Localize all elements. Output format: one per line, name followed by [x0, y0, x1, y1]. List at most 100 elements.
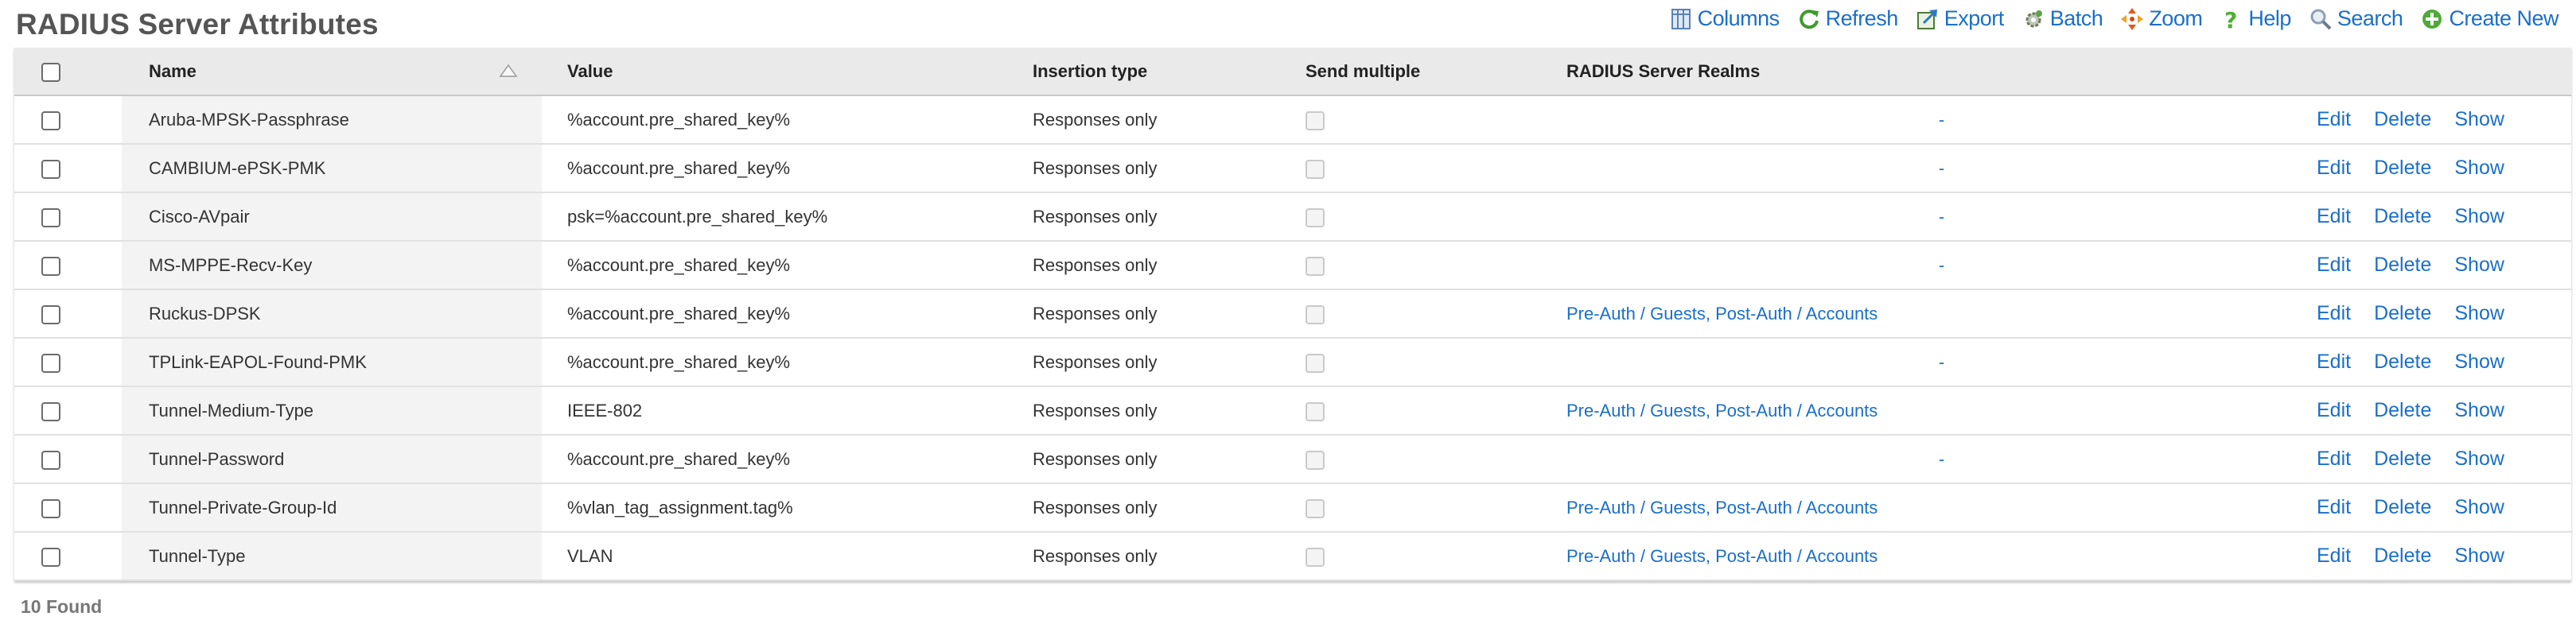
column-header-insertion-type[interactable]: Insertion type	[1033, 48, 1306, 96]
table-row[interactable]: Ruckus-DPSK %account.pre_shared_key% Respo…	[14, 289, 2571, 338]
row-checkbox[interactable]	[41, 159, 60, 179]
table-row[interactable]: Aruba-MPSK-Passphrase %account.pre_shared…	[14, 95, 2571, 144]
realms-link[interactable]: Pre-Auth / Guests, Post-Auth / Accounts	[1566, 289, 2317, 338]
show-link[interactable]: Show	[2454, 545, 2504, 567]
send-multiple-cell	[1306, 241, 1566, 289]
table-row[interactable]: Tunnel-Medium-Type IEEE-802 Responses only…	[14, 386, 2571, 435]
table-row[interactable]: Tunnel-Password %account.pre_shared_key% R…	[14, 435, 2571, 483]
delete-link[interactable]: Delete	[2374, 351, 2431, 373]
realms-link[interactable]: -	[1566, 338, 2317, 386]
edit-link[interactable]: Edit	[2317, 108, 2351, 130]
delete-link[interactable]: Delete	[2374, 254, 2431, 276]
attribute-value: %account.pre_shared_key%	[567, 351, 791, 372]
column-header-value[interactable]: Value	[542, 48, 1033, 96]
row-actions: Edit Delete Show	[2317, 144, 2571, 192]
show-link[interactable]: Show	[2454, 157, 2504, 179]
edit-link[interactable]: Edit	[2317, 254, 2351, 276]
delete-link[interactable]: Delete	[2374, 399, 2431, 421]
realms-link[interactable]: Pre-Auth / Guests, Post-Auth / Accounts	[1566, 483, 2317, 532]
row-checkbox[interactable]	[41, 256, 60, 276]
show-link[interactable]: Show	[2454, 351, 2504, 373]
delete-link[interactable]: Delete	[2374, 205, 2431, 227]
show-link[interactable]: Show	[2454, 108, 2504, 130]
row-actions: Edit Delete Show	[2317, 95, 2571, 144]
attributes-table: Name Value Insertion type Send multiple …	[14, 48, 2571, 581]
delete-link[interactable]: Delete	[2374, 302, 2431, 324]
edit-link[interactable]: Edit	[2317, 448, 2351, 470]
help-button[interactable]: ? Help	[2220, 6, 2291, 31]
send-multiple-cell	[1306, 289, 1566, 338]
send-multiple-cell	[1306, 338, 1566, 386]
send-multiple-cell	[1306, 192, 1566, 241]
realms-link[interactable]: -	[1566, 95, 2317, 144]
row-checkbox[interactable]	[41, 401, 60, 421]
insertion-type: Responses only	[1033, 400, 1158, 421]
show-link[interactable]: Show	[2454, 496, 2504, 518]
create-new-button[interactable]: Create New	[2420, 6, 2558, 31]
delete-link[interactable]: Delete	[2374, 448, 2431, 470]
row-select-cell	[14, 144, 122, 192]
delete-link[interactable]: Delete	[2374, 496, 2431, 518]
delete-link[interactable]: Delete	[2374, 157, 2431, 179]
show-link[interactable]: Show	[2454, 254, 2504, 276]
select-all-checkbox[interactable]	[41, 62, 60, 82]
edit-link[interactable]: Edit	[2317, 157, 2351, 179]
row-select-cell	[14, 338, 122, 386]
table-row[interactable]: Tunnel-Type VLAN Responses only Pre-Auth / …	[14, 532, 2571, 580]
realms-link[interactable]: -	[1566, 144, 2317, 192]
insertion-type: Responses only	[1033, 448, 1158, 469]
show-link[interactable]: Show	[2454, 302, 2504, 324]
realms-link[interactable]: -	[1566, 192, 2317, 241]
edit-link[interactable]: Edit	[2317, 351, 2351, 373]
row-checkbox[interactable]	[41, 547, 60, 567]
realms-link[interactable]: Pre-Auth / Guests, Post-Auth / Accounts	[1566, 532, 2317, 580]
search-button[interactable]: Search	[2309, 6, 2403, 31]
edit-link[interactable]: Edit	[2317, 496, 2351, 518]
realms-link[interactable]: Pre-Auth / Guests, Post-Auth / Accounts	[1566, 386, 2317, 435]
realms-link[interactable]: -	[1566, 241, 2317, 289]
realms-link[interactable]: -	[1566, 435, 2317, 483]
attribute-name: CAMBIUM-ePSK-PMK	[122, 144, 542, 192]
delete-link[interactable]: Delete	[2374, 108, 2431, 130]
row-select-cell	[14, 532, 122, 580]
delete-link[interactable]: Delete	[2374, 545, 2431, 567]
edit-link[interactable]: Edit	[2317, 205, 2351, 227]
table-row[interactable]: TPLink-EAPOL-Found-PMK %account.pre_share…	[14, 338, 2571, 386]
select-all-cell	[14, 48, 122, 96]
insertion-type: Responses only	[1033, 254, 1158, 275]
table-header-row: Name Value Insertion type Send multiple …	[14, 48, 2571, 96]
edit-link[interactable]: Edit	[2317, 302, 2351, 324]
column-header-actions	[2317, 48, 2571, 96]
row-checkbox[interactable]	[41, 353, 60, 373]
attribute-value: %account.pre_shared_key%	[567, 448, 791, 469]
show-link[interactable]: Show	[2454, 448, 2504, 470]
export-button[interactable]: Export	[1916, 6, 2004, 31]
table-row[interactable]: Tunnel-Private-Group-Id %vlan_tag_assignm…	[14, 483, 2571, 532]
column-header-realms[interactable]: RADIUS Server Realms	[1566, 48, 2317, 96]
table-row[interactable]: MS-MPPE-Recv-Key %account.pre_shared_key%…	[14, 241, 2571, 289]
attribute-value: VLAN	[567, 545, 613, 566]
column-header-send-multiple[interactable]: Send multiple	[1306, 48, 1566, 96]
attribute-name: Aruba-MPSK-Passphrase	[122, 95, 542, 144]
table-row[interactable]: Cisco-AVpair psk=%account.pre_shared_key%…	[14, 192, 2571, 241]
row-checkbox[interactable]	[41, 498, 60, 518]
search-label: Search	[2337, 6, 2403, 30]
zoom-button[interactable]: Zoom	[2120, 6, 2203, 31]
column-header-name[interactable]: Name	[122, 48, 542, 96]
insertion-type: Responses only	[1033, 303, 1158, 324]
columns-button[interactable]: Columns	[1669, 6, 1780, 31]
refresh-button[interactable]: Refresh	[1797, 6, 1898, 31]
batch-button[interactable]: Batch	[2021, 6, 2103, 31]
row-checkbox[interactable]	[41, 110, 60, 130]
show-link[interactable]: Show	[2454, 399, 2504, 421]
edit-link[interactable]: Edit	[2317, 399, 2351, 421]
table-row[interactable]: CAMBIUM-ePSK-PMK %account.pre_shared_key%…	[14, 144, 2571, 192]
found-count: 10 Found	[21, 596, 103, 617]
row-checkbox[interactable]	[41, 207, 60, 227]
show-link[interactable]: Show	[2454, 205, 2504, 227]
send-multiple-checkbox	[1306, 498, 1325, 518]
row-checkbox[interactable]	[41, 450, 60, 470]
row-checkbox[interactable]	[41, 304, 60, 324]
edit-link[interactable]: Edit	[2317, 545, 2351, 567]
send-multiple-cell	[1306, 386, 1566, 435]
